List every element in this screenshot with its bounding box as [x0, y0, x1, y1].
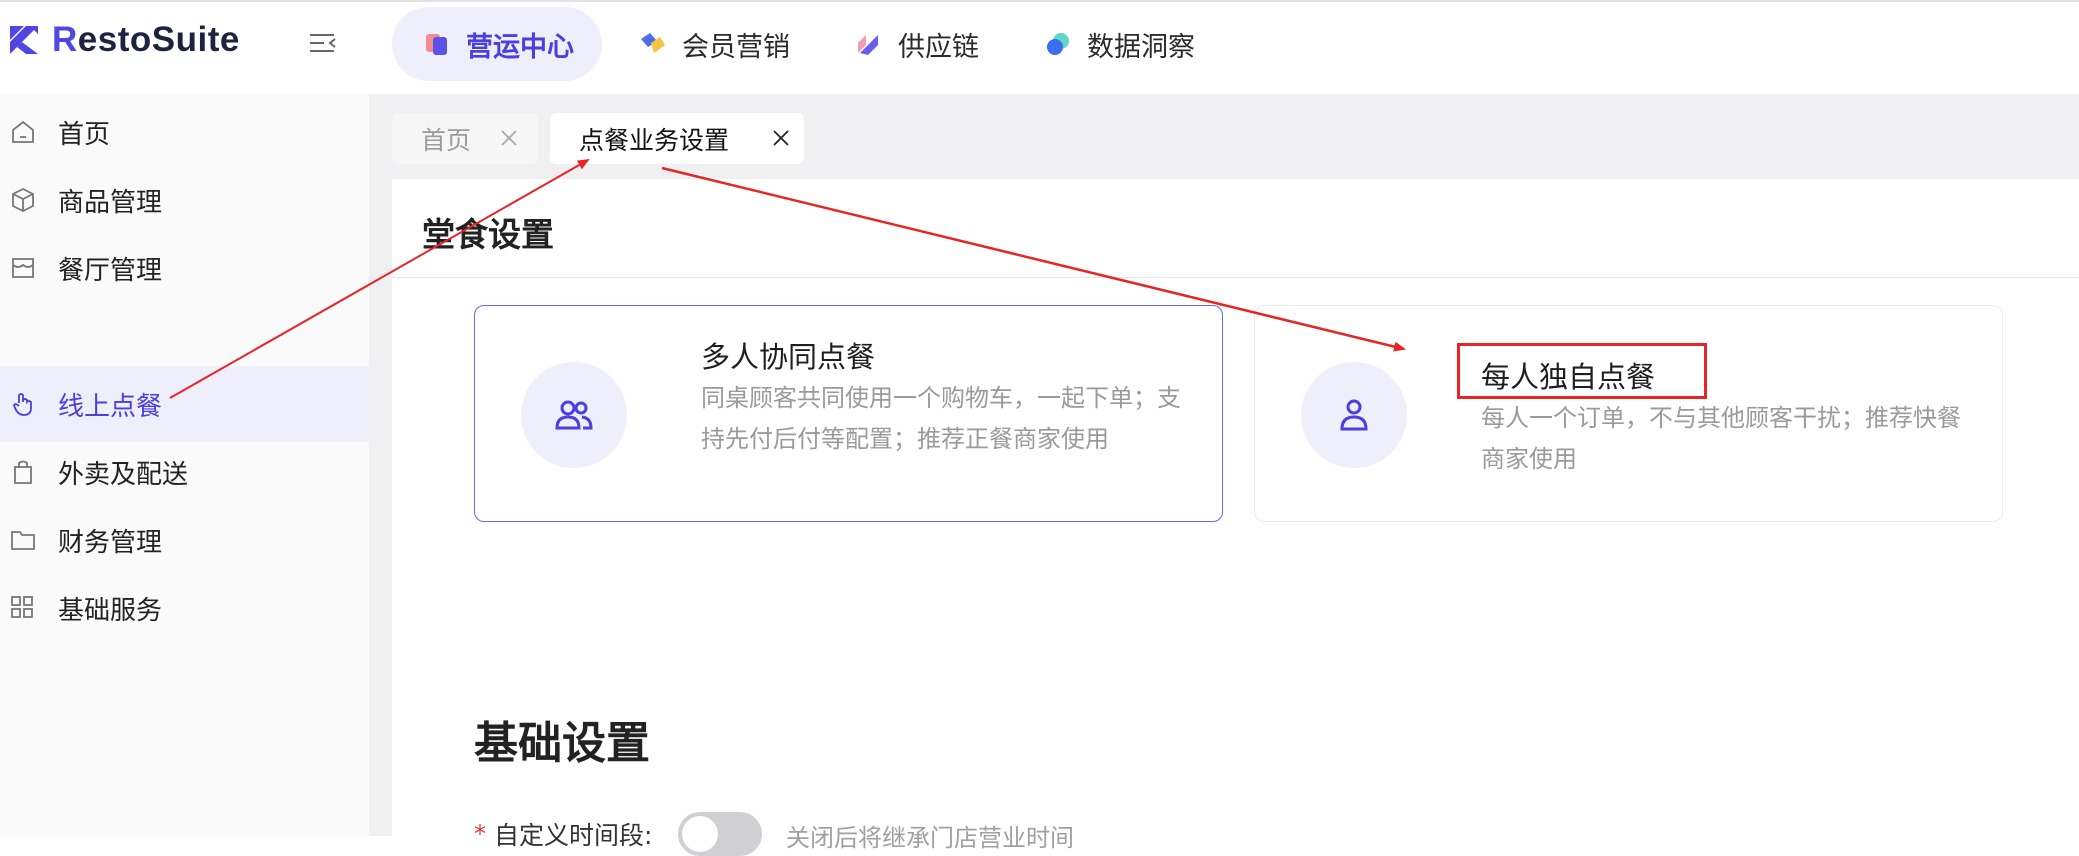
custom-time-field: * 自定义时间段: 关闭后将继承门店营业时间 — [474, 812, 1674, 856]
folder-icon — [11, 531, 35, 550]
operations-icon — [426, 34, 447, 55]
sidebar: 首页 商品管理 餐厅管理 线上点餐 外卖及配送 财务管理 基础服务 — [0, 94, 369, 836]
field-label: 自定义时间段: — [494, 821, 653, 850]
tab-home[interactable]: 首页 — [392, 113, 538, 164]
nav-operations[interactable]: 营运中心 — [392, 7, 602, 81]
collapse-menu-icon[interactable] — [308, 28, 338, 58]
annotation-highlight-box — [1457, 343, 1707, 399]
sidebar-item-finance[interactable]: 财务管理 — [0, 502, 369, 578]
required-mark: * — [474, 820, 486, 848]
card-title: 多人协同点餐 — [701, 340, 876, 374]
close-icon[interactable] — [500, 129, 518, 147]
section-title-basic: 基础设置 — [474, 718, 650, 769]
sidebar-item-delivery[interactable]: 外卖及配送 — [0, 434, 369, 510]
nav-data-insight[interactable]: 数据洞察 — [1013, 7, 1223, 81]
sidebar-item-label: 线上点餐 — [58, 391, 163, 422]
sidebar-item-restaurant[interactable]: 餐厅管理 — [0, 230, 369, 306]
nav-label: 数据洞察 — [1087, 31, 1195, 63]
sidebar-item-online-ordering[interactable]: 线上点餐 — [0, 366, 369, 442]
restosuite-logo-icon — [10, 26, 38, 54]
home-icon — [12, 120, 34, 143]
sidebar-item-label: 财务管理 — [58, 527, 163, 558]
sidebar-item-products[interactable]: 商品管理 — [0, 162, 369, 238]
close-icon[interactable] — [772, 129, 790, 147]
nav-member-marketing[interactable]: 会员营销 — [608, 7, 818, 81]
sidebar-item-label: 首页 — [58, 119, 111, 150]
hand-pointer-icon — [12, 393, 32, 416]
tab-label: 点餐业务设置 — [579, 125, 730, 155]
member-marketing-icon — [641, 33, 665, 53]
main-nav: 营运中心 会员营销 供应链 数据洞察 — [392, 7, 1229, 81]
toggle-knob — [682, 816, 718, 852]
nav-label: 供应链 — [898, 31, 979, 63]
sidebar-item-label: 基础服务 — [58, 595, 163, 626]
divider — [392, 277, 2079, 278]
logo[interactable]: RestoSuite — [8, 20, 240, 60]
group-users-icon — [555, 400, 593, 430]
nav-label: 营运中心 — [466, 31, 574, 63]
cube-icon — [12, 187, 34, 213]
logo-text: RestoSuite — [52, 20, 240, 59]
sidebar-item-label: 商品管理 — [58, 187, 163, 218]
grid-icon — [11, 596, 33, 618]
nav-supply-chain[interactable]: 供应链 — [824, 7, 1007, 81]
sidebar-item-label: 外卖及配送 — [58, 459, 189, 490]
supply-chain-icon — [858, 35, 878, 55]
top-bar: RestoSuite 营运中心 会员营销 供应链 数据洞察 — [0, 0, 2079, 94]
bag-icon — [14, 460, 32, 484]
icon-circle — [521, 362, 627, 468]
sidebar-item-basic-services[interactable]: 基础服务 — [0, 570, 369, 646]
card-description: 同桌顾客共同使用一个购物车，一起下单；支持先付后付等配置；推荐正餐商家使用 — [701, 384, 1181, 453]
section-title-dine-in: 堂食设置 — [422, 215, 554, 254]
tab-label: 首页 — [421, 125, 472, 155]
single-user-icon — [1340, 399, 1368, 431]
nav-label: 会员营销 — [682, 31, 790, 63]
sidebar-item-label: 餐厅管理 — [58, 255, 163, 286]
icon-circle — [1301, 362, 1407, 468]
option-card-group-ordering[interactable]: 多人协同点餐 同桌顾客共同使用一个购物车，一起下单；支持先付后付等配置；推荐正餐… — [474, 305, 1223, 522]
option-card-individual-ordering[interactable]: 每人独自点餐 每人一个订单，不与其他顾客干扰；推荐快餐商家使用 — [1254, 305, 2003, 522]
custom-time-toggle[interactable] — [678, 812, 762, 856]
data-insight-icon — [1047, 33, 1069, 55]
store-icon — [12, 258, 34, 278]
sidebar-item-home[interactable]: 首页 — [0, 94, 369, 170]
card-description: 每人一个订单，不与其他顾客干扰；推荐快餐商家使用 — [1481, 404, 1961, 473]
tab-order-settings[interactable]: 点餐业务设置 — [550, 113, 804, 164]
